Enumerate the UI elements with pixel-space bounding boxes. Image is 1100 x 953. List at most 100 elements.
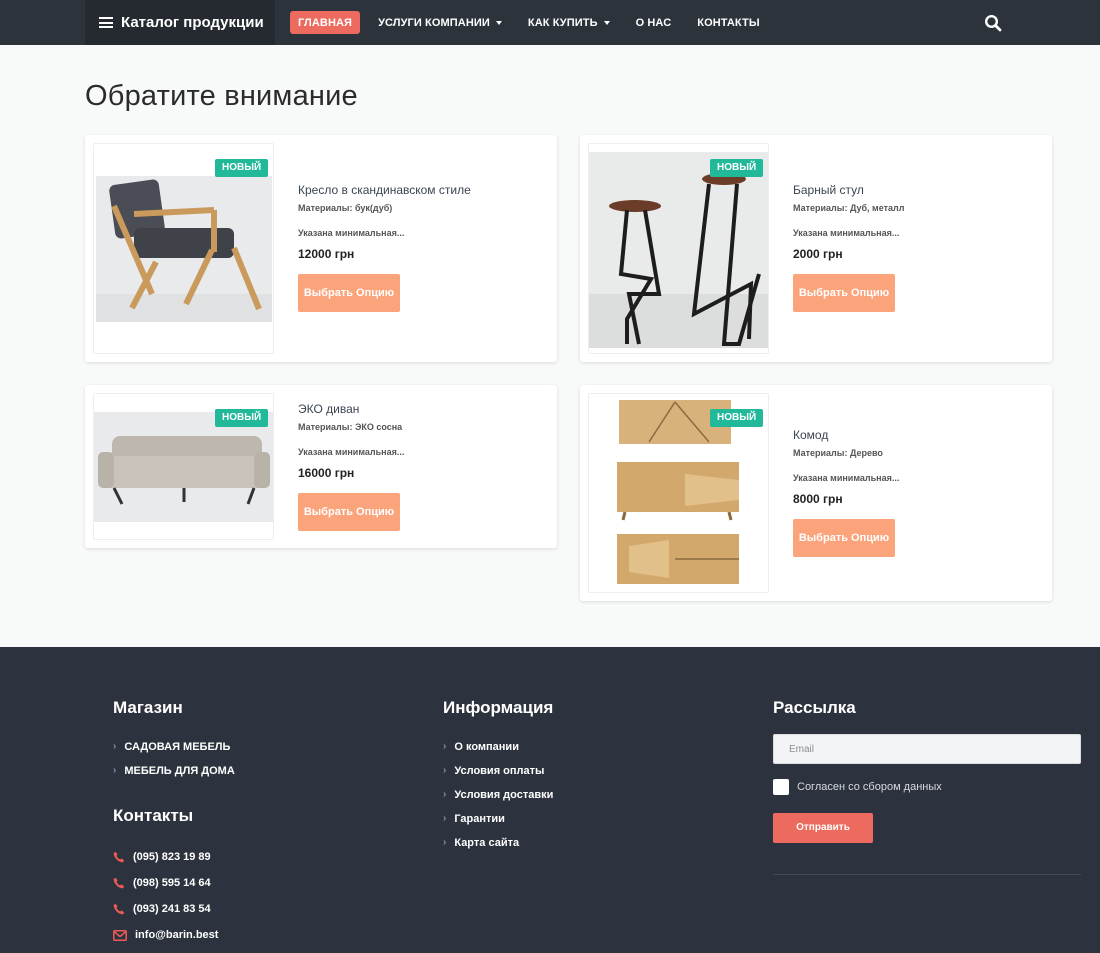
choose-option-button[interactable]: Выбрать Опцию <box>298 274 400 312</box>
choose-option-button[interactable]: Выбрать Опцию <box>793 519 895 557</box>
product-description: Указана минимальная... <box>298 447 405 457</box>
product-info: Барный стул Материалы: Дуб, металл Указа… <box>793 183 904 312</box>
catalog-title: Каталог продукции <box>121 14 264 31</box>
footer-link-payment[interactable]: › Условия оплаты <box>443 759 553 783</box>
site-footer: Магазин › САДОВАЯ МЕБЕЛЬ › МЕБЕЛЬ ДЛЯ ДОМА… <box>0 647 1100 953</box>
contact-phone[interactable]: (093) 241 83 54 <box>113 896 218 922</box>
contact-phone[interactable]: (098) 595 14 64 <box>113 870 218 896</box>
product-info: Комод Материалы: Дерево Указана минималь… <box>793 428 899 557</box>
phone-number: (098) 595 14 64 <box>133 877 211 889</box>
new-badge: НОВЫЙ <box>710 409 764 427</box>
phone-icon <box>113 851 125 863</box>
footer-link-label: МЕБЕЛЬ ДЛЯ ДОМА <box>124 765 235 777</box>
product-materials: Материалы: ЭКО сосна <box>298 422 403 432</box>
chevron-right-icon: › <box>443 837 447 848</box>
nav-item-label: КАК КУПИТЬ <box>527 16 598 29</box>
choose-option-button[interactable]: Выбрать Опцию <box>298 493 400 531</box>
catalog-menu-button[interactable]: Каталог продукции <box>85 0 275 45</box>
product-materials: Материалы: бук(дуб) <box>298 203 393 213</box>
divider <box>773 874 1081 875</box>
product-info: ЭКО диван Материалы: ЭКО сосна Указана м… <box>298 402 404 531</box>
footer-link-warranty[interactable]: › Гарантии <box>443 807 553 831</box>
info-heading: Информация <box>443 698 554 717</box>
new-badge: НОВЫЙ <box>710 159 764 177</box>
nav-item-about[interactable]: О НАС <box>625 11 683 34</box>
nav-item-label: ГЛАВНАЯ <box>298 16 353 29</box>
footer-link-label: САДОВАЯ МЕБЕЛЬ <box>124 741 231 753</box>
chevron-right-icon: › <box>113 741 117 752</box>
page-title: Обратите внимание <box>85 80 358 112</box>
footer-link-label: Условия доставки <box>454 789 554 801</box>
submit-button[interactable]: Отправить <box>773 813 873 843</box>
product-materials: Материалы: Дуб, металл <box>793 203 905 213</box>
footer-link-delivery[interactable]: › Условия доставки <box>443 783 553 807</box>
contact-email[interactable]: info@barin.best <box>113 922 218 948</box>
product-image[interactable]: НОВЫЙ <box>588 393 769 593</box>
phone-icon <box>113 877 125 889</box>
footer-link-sitemap[interactable]: › Карта сайта <box>443 831 553 855</box>
footer-link-label: О компании <box>454 741 519 753</box>
product-materials: Материалы: Дерево <box>793 448 883 458</box>
envelope-icon <box>113 929 127 941</box>
shop-links: › САДОВАЯ МЕБЕЛЬ › МЕБЕЛЬ ДЛЯ ДОМА <box>113 735 235 783</box>
product-image[interactable]: НОВЫЙ <box>93 393 274 540</box>
product-description: Указана минимальная... <box>298 228 405 238</box>
shop-heading: Магазин <box>113 698 183 717</box>
chevron-right-icon: › <box>443 765 447 776</box>
consent-row: Согласен со сбором данных <box>773 779 942 795</box>
product-price: 2000 грн <box>793 247 843 261</box>
info-links: › О компании › Условия оплаты › Условия дос… <box>443 735 553 855</box>
contacts-list: (095) 823 19 89 (098) 595 14 64 (093) 24… <box>113 844 218 948</box>
phone-number: (093) 241 83 54 <box>133 903 211 915</box>
product-card: НОВЫЙ Комод Материалы: Дерево Указана ми… <box>580 385 1052 601</box>
chevron-right-icon: › <box>113 765 117 776</box>
nav-item-label: УСЛУГИ КОМПАНИИ <box>378 16 490 29</box>
product-price: 12000 грн <box>298 247 355 261</box>
product-image[interactable]: НОВЫЙ <box>93 143 274 354</box>
footer-link-label: Гарантии <box>454 813 505 825</box>
phone-number: (095) 823 19 89 <box>133 851 211 863</box>
product-price: 8000 грн <box>793 492 843 506</box>
footer-link-about[interactable]: › О компании <box>443 735 553 759</box>
phone-icon <box>113 903 125 915</box>
main-nav: ГЛАВНАЯ УСЛУГИ КОМПАНИИ КАК КУПИТЬ О НАС… <box>290 11 775 34</box>
product-description: Указана минимальная... <box>793 228 900 238</box>
consent-label: Согласен со сбором данных <box>797 781 942 793</box>
footer-link-label: Карта сайта <box>454 837 520 849</box>
chevron-down-icon <box>495 20 502 25</box>
footer-link-label: Условия оплаты <box>454 765 545 777</box>
footer-link-garden-furniture[interactable]: › САДОВАЯ МЕБЕЛЬ <box>113 735 235 759</box>
product-card: НОВЫЙ ЭКО диван Материалы: ЭКО сосна Ука… <box>85 385 557 548</box>
nav-item-label: КОНТАКТЫ <box>697 16 760 29</box>
product-title[interactable]: Кресло в скандинавском стиле <box>298 183 471 197</box>
newsletter-heading: Рассылка <box>773 698 856 717</box>
contact-phone[interactable]: (095) 823 19 89 <box>113 844 218 870</box>
chevron-right-icon: › <box>443 813 447 824</box>
chevron-down-icon <box>603 20 610 25</box>
product-card: НОВЫЙ Кресло в скандинавском стиле Матер… <box>85 135 557 362</box>
nav-item-label: О НАС <box>635 16 672 29</box>
product-info: Кресло в скандинавском стиле Материалы: … <box>298 183 471 312</box>
consent-checkbox[interactable] <box>773 779 789 795</box>
email-field[interactable] <box>773 734 1081 764</box>
nav-item-home[interactable]: ГЛАВНАЯ <box>290 11 361 34</box>
chevron-right-icon: › <box>443 789 447 800</box>
contacts-heading: Контакты <box>113 806 194 825</box>
choose-option-button[interactable]: Выбрать Опцию <box>793 274 895 312</box>
nav-item-how-to-buy[interactable]: КАК КУПИТЬ <box>517 11 621 34</box>
new-badge: НОВЫЙ <box>215 409 269 427</box>
product-card: НОВЫЙ Барный стул Материалы: Дуб, металл… <box>580 135 1052 362</box>
search-icon[interactable] <box>984 14 1002 32</box>
product-title[interactable]: Барный стул <box>793 183 904 197</box>
hamburger-icon <box>99 17 113 28</box>
nav-item-contacts[interactable]: КОНТАКТЫ <box>686 11 770 34</box>
email-address: info@barin.best <box>135 929 219 941</box>
product-title[interactable]: Комод <box>793 428 899 442</box>
top-navbar: Каталог продукции ГЛАВНАЯ УСЛУГИ КОМПАНИ… <box>0 0 1100 45</box>
product-description: Указана минимальная... <box>793 473 900 483</box>
new-badge: НОВЫЙ <box>215 159 269 177</box>
product-image[interactable]: НОВЫЙ <box>588 143 769 354</box>
footer-link-home-furniture[interactable]: › МЕБЕЛЬ ДЛЯ ДОМА <box>113 759 235 783</box>
nav-item-services[interactable]: УСЛУГИ КОМПАНИИ <box>367 11 513 34</box>
product-title[interactable]: ЭКО диван <box>298 402 404 416</box>
